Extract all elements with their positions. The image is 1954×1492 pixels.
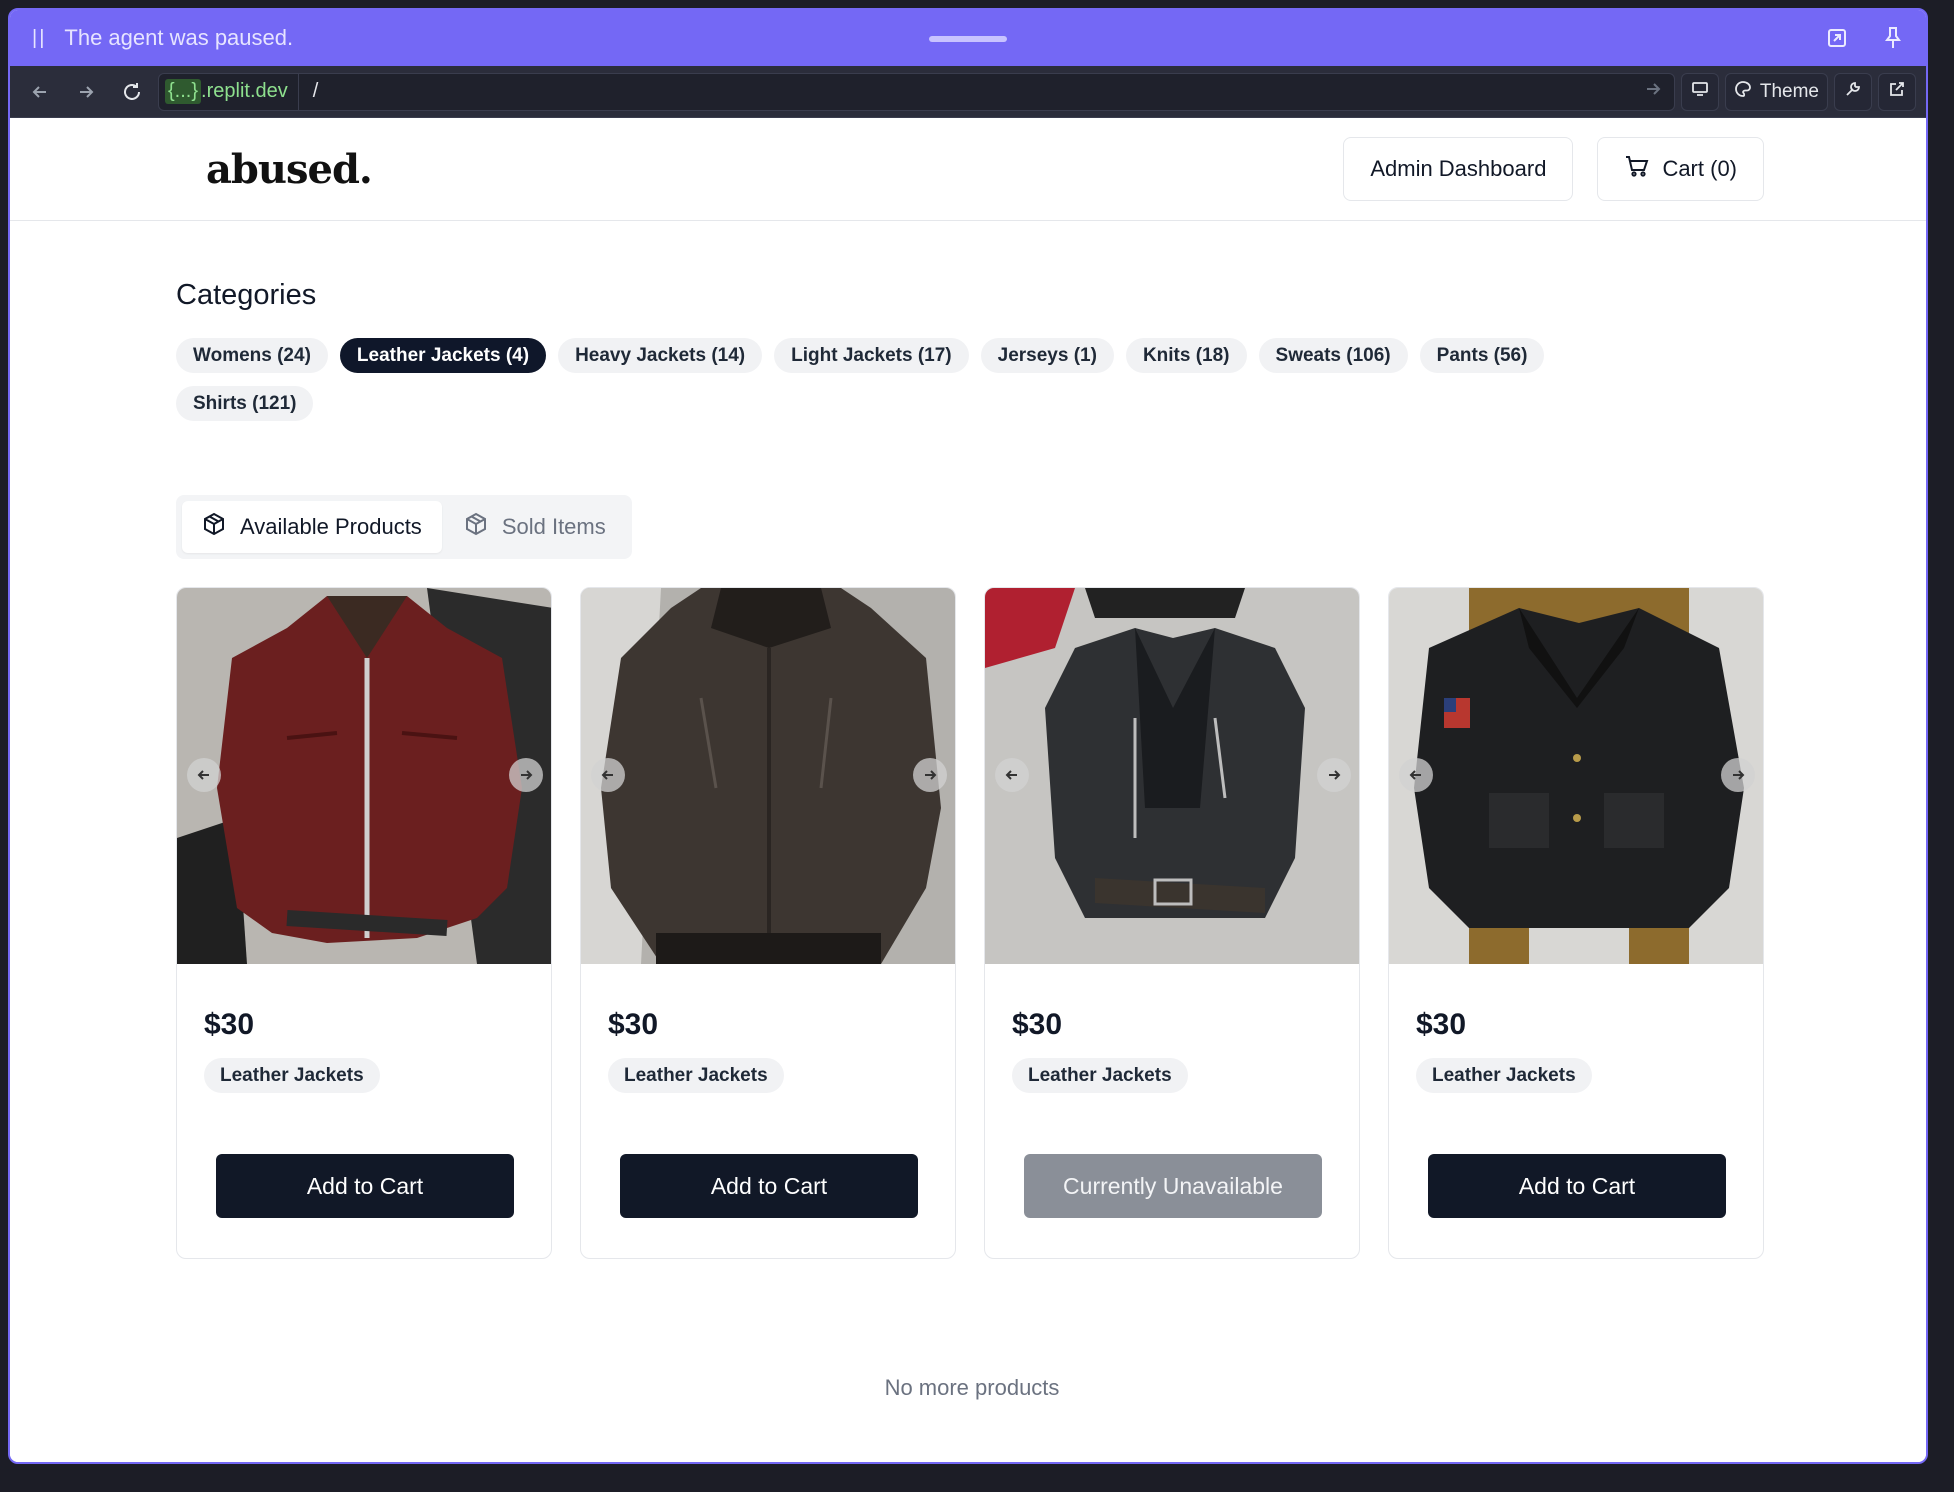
pause-icon[interactable]: || xyxy=(32,27,46,50)
tab-available-products[interactable]: Available Products xyxy=(182,501,442,553)
admin-dashboard-button[interactable]: Admin Dashboard xyxy=(1343,137,1574,201)
product-image[interactable] xyxy=(1389,588,1764,964)
drag-handle[interactable] xyxy=(929,36,1007,42)
add-to-cart-button[interactable]: Add to Cart xyxy=(1428,1154,1726,1218)
tab-sold-items[interactable]: Sold Items xyxy=(444,501,626,553)
previous-image-button[interactable] xyxy=(591,758,625,792)
add-to-cart-button[interactable]: Add to Cart xyxy=(620,1154,918,1218)
product-card: $30 Leather Jackets Add to Cart xyxy=(1388,587,1764,1259)
palette-icon xyxy=(1734,80,1752,104)
open-new-tab-button[interactable] xyxy=(1878,72,1916,111)
back-button[interactable] xyxy=(20,72,60,112)
previous-image-button[interactable] xyxy=(995,758,1029,792)
product-grid: $30 Leather Jackets Add to Cart $30 Leat… xyxy=(176,587,1764,1259)
admin-dashboard-label: Admin Dashboard xyxy=(1370,156,1547,181)
product-card: $30 Leather Jackets Add to Cart xyxy=(176,587,552,1259)
device-preview-button[interactable] xyxy=(1680,72,1719,111)
cart-button[interactable]: Cart (0) xyxy=(1597,137,1764,201)
browser-toolbar: {...} .replit.dev / Theme xyxy=(10,66,1926,118)
end-of-list-message: No more products xyxy=(884,1375,1060,1400)
agent-status-bar: || The agent was paused. xyxy=(10,10,1926,66)
add-to-cart-button[interactable]: Add to Cart xyxy=(216,1154,514,1218)
product-image[interactable] xyxy=(581,588,956,964)
theme-label: Theme xyxy=(1759,80,1819,102)
pin-icon[interactable] xyxy=(1882,26,1904,50)
product-category-badge: Leather Jackets xyxy=(204,1058,380,1093)
product-image-carousel xyxy=(177,588,552,964)
product-price: $30 xyxy=(1012,1008,1063,1041)
category-chip[interactable]: Light Jackets (17) xyxy=(774,338,969,373)
go-arrow-icon[interactable] xyxy=(1644,80,1668,103)
monitor-icon xyxy=(1691,80,1709,104)
product-image[interactable] xyxy=(985,588,1360,964)
next-image-button[interactable] xyxy=(1721,758,1755,792)
shopping-cart-icon xyxy=(1624,153,1650,185)
devtools-button[interactable] xyxy=(1834,72,1872,111)
url-path[interactable]: / xyxy=(313,80,319,103)
category-chip[interactable]: Pants (56) xyxy=(1419,338,1545,373)
wrench-icon xyxy=(1844,80,1862,104)
category-chip-active[interactable]: Leather Jackets (4) xyxy=(339,338,547,373)
browser-window: || The agent was paused. {...} .replit.d… xyxy=(8,8,1928,1464)
category-chip[interactable]: Heavy Jackets (14) xyxy=(558,338,763,373)
product-price: $30 xyxy=(204,1008,255,1041)
product-card: $30 Leather Jackets Currently Unavailabl… xyxy=(984,587,1360,1259)
site-header: abused. Admin Dashboard Cart (0) xyxy=(10,118,1926,221)
agent-status-text: The agent was paused. xyxy=(64,25,294,50)
product-category-badge: Leather Jackets xyxy=(1416,1058,1592,1093)
currently-unavailable-button[interactable]: Currently Unavailable xyxy=(1024,1154,1322,1218)
product-card: $30 Leather Jackets Add to Cart xyxy=(580,587,956,1259)
product-category-badge: Leather Jackets xyxy=(608,1058,784,1093)
product-image[interactable] xyxy=(177,588,552,964)
main-content: Categories Womens (24) Leather Jackets (… xyxy=(10,279,1926,1401)
next-image-button[interactable] xyxy=(1317,758,1351,792)
category-chip[interactable]: Womens (24) xyxy=(176,338,328,373)
page: abused. Admin Dashboard Cart (0) Categor… xyxy=(10,118,1926,1462)
product-image-carousel xyxy=(581,588,956,964)
address-bar[interactable]: {...} .replit.dev / xyxy=(158,72,1675,111)
category-list: Womens (24) Leather Jackets (4) Heavy Ja… xyxy=(176,338,1676,421)
url-host: {...} .replit.dev xyxy=(165,73,299,110)
url-highlight: {...} xyxy=(165,79,202,104)
reload-button[interactable] xyxy=(112,72,152,112)
forward-button[interactable] xyxy=(66,72,106,112)
product-price: $30 xyxy=(1416,1008,1467,1041)
categories-heading: Categories xyxy=(176,279,317,311)
tab-sold-label: Sold Items xyxy=(501,514,606,539)
package-open-icon xyxy=(464,512,488,542)
package-icon xyxy=(202,512,226,542)
collapse-icon[interactable] xyxy=(1826,27,1848,49)
product-image-carousel xyxy=(985,588,1360,964)
product-image-carousel xyxy=(1389,588,1764,964)
previous-image-button[interactable] xyxy=(187,758,221,792)
next-image-button[interactable] xyxy=(913,758,947,792)
tab-available-label: Available Products xyxy=(240,514,422,539)
product-tabs: Available Products Sold Items xyxy=(176,495,632,559)
product-price: $30 xyxy=(608,1008,659,1041)
category-chip[interactable]: Jerseys (1) xyxy=(980,338,1114,373)
cart-label: Cart (0) xyxy=(1662,156,1737,181)
previous-image-button[interactable] xyxy=(1399,758,1433,792)
next-image-button[interactable] xyxy=(509,758,543,792)
category-chip[interactable]: Knits (18) xyxy=(1125,338,1247,373)
theme-button[interactable]: Theme xyxy=(1724,72,1828,111)
category-chip[interactable]: Shirts (121) xyxy=(176,386,314,421)
category-chip[interactable]: Sweats (106) xyxy=(1258,338,1408,373)
url-domain: .replit.dev xyxy=(201,80,288,102)
external-link-icon xyxy=(1888,80,1906,104)
site-logo[interactable]: abused. xyxy=(206,146,373,193)
product-category-badge: Leather Jackets xyxy=(1012,1058,1188,1093)
